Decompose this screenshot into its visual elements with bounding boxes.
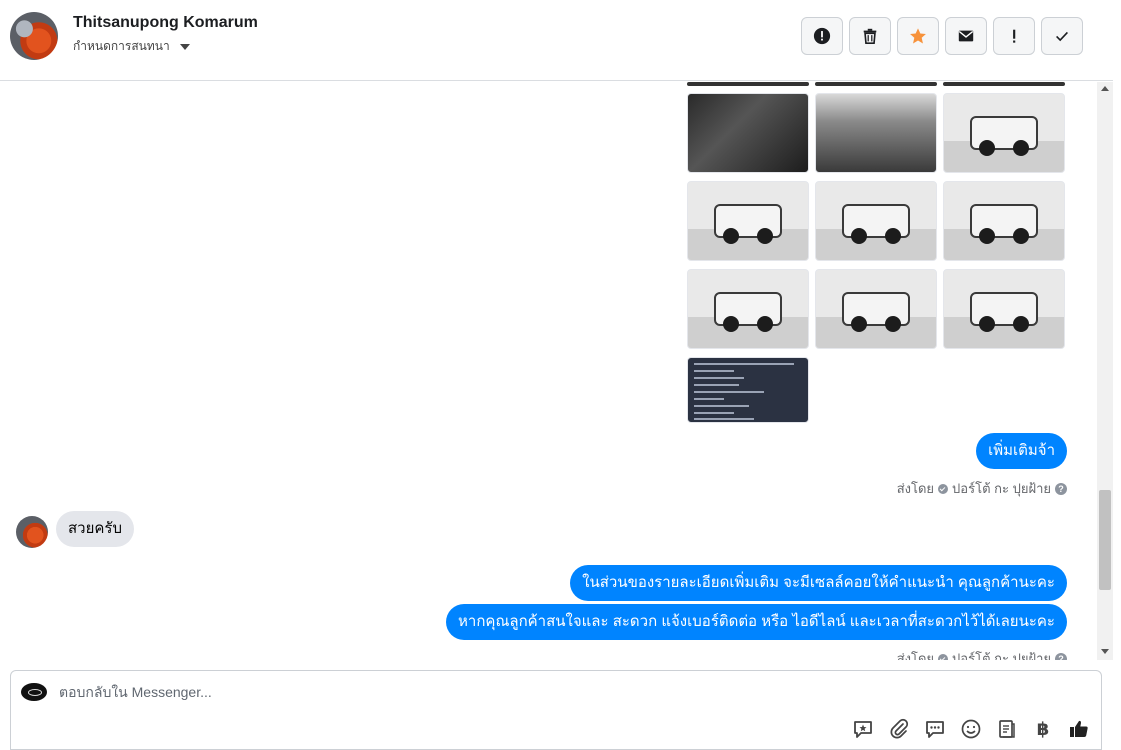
alert-circle-icon [813, 27, 831, 45]
verified-icon [938, 653, 949, 660]
photo-thumbnail[interactable] [687, 181, 809, 261]
reply-composer: ฿ [10, 670, 1102, 750]
message-bubble-outgoing[interactable]: หากคุณลูกค้าสนใจและ สะดวก แจ้งเบอร์ติดต่… [446, 604, 1067, 640]
caret-down-icon [179, 43, 190, 50]
reply-input[interactable] [59, 684, 959, 700]
photo-thumbnail[interactable] [687, 269, 809, 349]
attachment-icon [890, 718, 909, 739]
chat-bubbles-icon [926, 721, 944, 738]
star-button[interactable] [897, 17, 939, 55]
payment-button[interactable]: ฿ [1031, 717, 1055, 741]
notes-icon [999, 720, 1015, 738]
mark-done-button[interactable] [1041, 17, 1083, 55]
sent-by-prefix: ส่งโดย [896, 481, 935, 496]
sender-name[interactable]: ปอร์โต้ กะ ปุยฝ้าย [952, 648, 1051, 660]
check-icon [1056, 31, 1068, 42]
photo-thumbnail[interactable] [687, 93, 809, 173]
trash-icon [863, 28, 877, 45]
message-bubble-outgoing[interactable]: ในส่วนของรายละเอียดเพิ่มเติม จะมีเซลล์คอ… [570, 565, 1067, 601]
sent-by-line: ส่งโดย ปอร์โต้ กะ ปุยฝ้าย ? [897, 648, 1067, 660]
page-avatar [21, 683, 47, 701]
exclamation-icon [1013, 29, 1016, 43]
verified-icon [938, 483, 949, 494]
photo-thumbnail[interactable] [943, 181, 1065, 261]
scroll-down-arrow-icon[interactable] [1101, 649, 1109, 654]
photo-partial[interactable] [687, 82, 809, 86]
mark-unread-button[interactable] [945, 17, 987, 55]
messenger-inbox: Thitsanupong Komarum กำหนดการสนทนา เพิ่ม… [0, 0, 1121, 750]
contact-name[interactable]: Thitsanupong Komarum [73, 14, 258, 32]
photo-thumbnail[interactable] [815, 93, 937, 173]
conversation-label-dropdown[interactable]: กำหนดการสนทนา [73, 37, 190, 56]
scroll-up-arrow-icon[interactable] [1101, 86, 1109, 91]
header-actions [801, 17, 1083, 55]
contact-avatar-small[interactable] [16, 516, 48, 548]
attach-file-button[interactable] [887, 717, 911, 741]
sent-by-line: ส่งโดย ปอร์โต้ กะ ปุยฝ้าย ? [897, 478, 1067, 499]
notes-button[interactable] [995, 717, 1019, 741]
photo-thumbnail[interactable] [815, 181, 937, 261]
contact-avatar[interactable] [10, 12, 58, 60]
conversation-header: Thitsanupong Komarum กำหนดการสนทนา [0, 0, 1113, 81]
star-icon [910, 28, 926, 44]
follow-up-button[interactable] [993, 17, 1035, 55]
label-text: กำหนดการสนทนา [73, 39, 170, 53]
help-icon[interactable]: ? [1055, 652, 1067, 660]
photo-thumbnail[interactable] [815, 269, 937, 349]
emoji-button[interactable] [959, 717, 983, 741]
composer-toolbar: ฿ [851, 717, 1091, 741]
emoji-icon [961, 719, 981, 739]
saved-reply-icon [854, 721, 872, 738]
sent-by-prefix: ส่งโดย [896, 651, 935, 660]
baht-icon: ฿ [1036, 718, 1050, 739]
messenger-features-button[interactable] [923, 717, 947, 741]
thread-scrollbar[interactable] [1097, 82, 1113, 660]
spec-sheet-thumbnail[interactable] [687, 357, 809, 423]
message-bubble-outgoing[interactable]: เพิ่มเติมจ้า [976, 433, 1067, 469]
envelope-icon [958, 30, 974, 42]
help-icon[interactable]: ? [1055, 482, 1067, 495]
message-thread[interactable]: เพิ่มเติมจ้า ส่งโดย ปอร์โต้ กะ ปุยฝ้าย ?… [0, 82, 1097, 660]
mark-spam-button[interactable] [801, 17, 843, 55]
photo-thumbnail[interactable] [943, 93, 1065, 173]
message-bubble-incoming[interactable]: สวยครับ [56, 511, 134, 547]
saved-reply-button[interactable] [851, 717, 875, 741]
photo-thumbnail[interactable] [943, 269, 1065, 349]
photo-partial[interactable] [815, 82, 937, 86]
scrollbar-thumb[interactable] [1099, 490, 1111, 590]
like-button[interactable] [1067, 717, 1091, 741]
thumbs-up-icon [1070, 720, 1088, 737]
photo-partial[interactable] [943, 82, 1065, 86]
sender-name[interactable]: ปอร์โต้ กะ ปุยฝ้าย [952, 478, 1051, 499]
delete-button[interactable] [849, 17, 891, 55]
